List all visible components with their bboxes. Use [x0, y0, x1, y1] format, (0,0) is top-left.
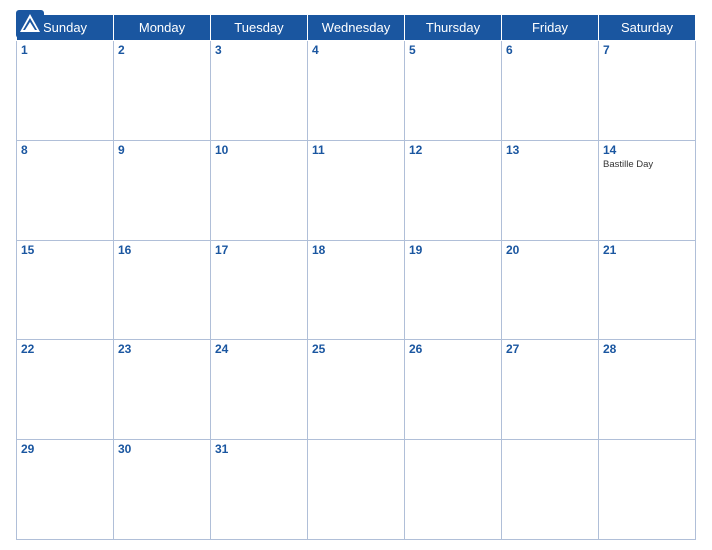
day-number: 18	[312, 243, 400, 257]
calendar-cell: 2	[114, 41, 211, 141]
calendar-cell: 28	[599, 340, 696, 440]
day-number: 10	[215, 143, 303, 157]
week-row-4: 22 23 24 25 26 27 28	[17, 340, 696, 440]
day-number: 4	[312, 43, 400, 57]
calendar-cell: 22	[17, 340, 114, 440]
day-number: 16	[118, 243, 206, 257]
day-number: 23	[118, 342, 206, 356]
calendar-cell: 1	[17, 41, 114, 141]
day-number: 29	[21, 442, 109, 456]
calendar-cell: 7	[599, 41, 696, 141]
day-number: 30	[118, 442, 206, 456]
calendar-cell: 24	[211, 340, 308, 440]
day-number: 8	[21, 143, 109, 157]
week-row-1: 1234567	[17, 41, 696, 141]
day-number: 27	[506, 342, 594, 356]
day-number: 11	[312, 143, 400, 157]
generalblue-logo-icon	[16, 10, 44, 38]
calendar-cell: 8	[17, 140, 114, 240]
days-of-week-row: SundayMondayTuesdayWednesdayThursdayFrid…	[17, 15, 696, 41]
calendar-cell: 20	[502, 240, 599, 340]
day-number: 21	[603, 243, 691, 257]
day-header-saturday: Saturday	[599, 15, 696, 41]
calendar-cell: 19	[405, 240, 502, 340]
calendar-cell: 18	[308, 240, 405, 340]
calendar-cell	[599, 440, 696, 540]
calendar-cell: 4	[308, 41, 405, 141]
calendar-cell: 29	[17, 440, 114, 540]
calendar-cell: 5	[405, 41, 502, 141]
calendar-container: SundayMondayTuesdayWednesdayThursdayFrid…	[0, 0, 712, 550]
logo-area	[16, 10, 47, 38]
day-header-monday: Monday	[114, 15, 211, 41]
day-number: 28	[603, 342, 691, 356]
day-number: 13	[506, 143, 594, 157]
day-number: 15	[21, 243, 109, 257]
day-number: 7	[603, 43, 691, 57]
week-row-5: 29 30 31	[17, 440, 696, 540]
calendar-cell: 13	[502, 140, 599, 240]
day-header-tuesday: Tuesday	[211, 15, 308, 41]
day-number: 22	[21, 342, 109, 356]
calendar-cell: 26	[405, 340, 502, 440]
calendar-cell: 6	[502, 41, 599, 141]
event-label: Bastille Day	[603, 159, 691, 170]
calendar-cell: 23	[114, 340, 211, 440]
calendar-body: 1234567891011121314Bastille Day151617181…	[17, 41, 696, 540]
day-number: 12	[409, 143, 497, 157]
calendar-header: SundayMondayTuesdayWednesdayThursdayFrid…	[17, 15, 696, 41]
day-number: 14	[603, 143, 691, 157]
day-number: 17	[215, 243, 303, 257]
day-number: 20	[506, 243, 594, 257]
calendar-cell: 12	[405, 140, 502, 240]
day-header-thursday: Thursday	[405, 15, 502, 41]
day-header-friday: Friday	[502, 15, 599, 41]
day-number: 3	[215, 43, 303, 57]
calendar-cell: 10	[211, 140, 308, 240]
calendar-cell: 17	[211, 240, 308, 340]
day-number: 19	[409, 243, 497, 257]
week-row-3: 15 16 17 18 19 20 21	[17, 240, 696, 340]
calendar-cell: 25	[308, 340, 405, 440]
calendar-cell: 3	[211, 41, 308, 141]
day-number: 25	[312, 342, 400, 356]
week-row-2: 89 10 11 12 13 14 Bastille Day	[17, 140, 696, 240]
day-number: 26	[409, 342, 497, 356]
calendar-cell: 9	[114, 140, 211, 240]
calendar-cell: 11	[308, 140, 405, 240]
calendar-cell: 15	[17, 240, 114, 340]
calendar-cell: 14 Bastille Day	[599, 140, 696, 240]
calendar-table: SundayMondayTuesdayWednesdayThursdayFrid…	[16, 14, 696, 540]
day-number: 9	[118, 143, 206, 157]
calendar-cell: 31	[211, 440, 308, 540]
day-number: 1	[21, 43, 109, 57]
day-number: 5	[409, 43, 497, 57]
calendar-cell: 16	[114, 240, 211, 340]
calendar-cell: 30	[114, 440, 211, 540]
day-number: 6	[506, 43, 594, 57]
calendar-cell	[405, 440, 502, 540]
day-number: 2	[118, 43, 206, 57]
calendar-cell: 21	[599, 240, 696, 340]
calendar-cell	[502, 440, 599, 540]
day-number: 31	[215, 442, 303, 456]
day-number: 24	[215, 342, 303, 356]
day-header-wednesday: Wednesday	[308, 15, 405, 41]
calendar-cell: 27	[502, 340, 599, 440]
calendar-cell	[308, 440, 405, 540]
